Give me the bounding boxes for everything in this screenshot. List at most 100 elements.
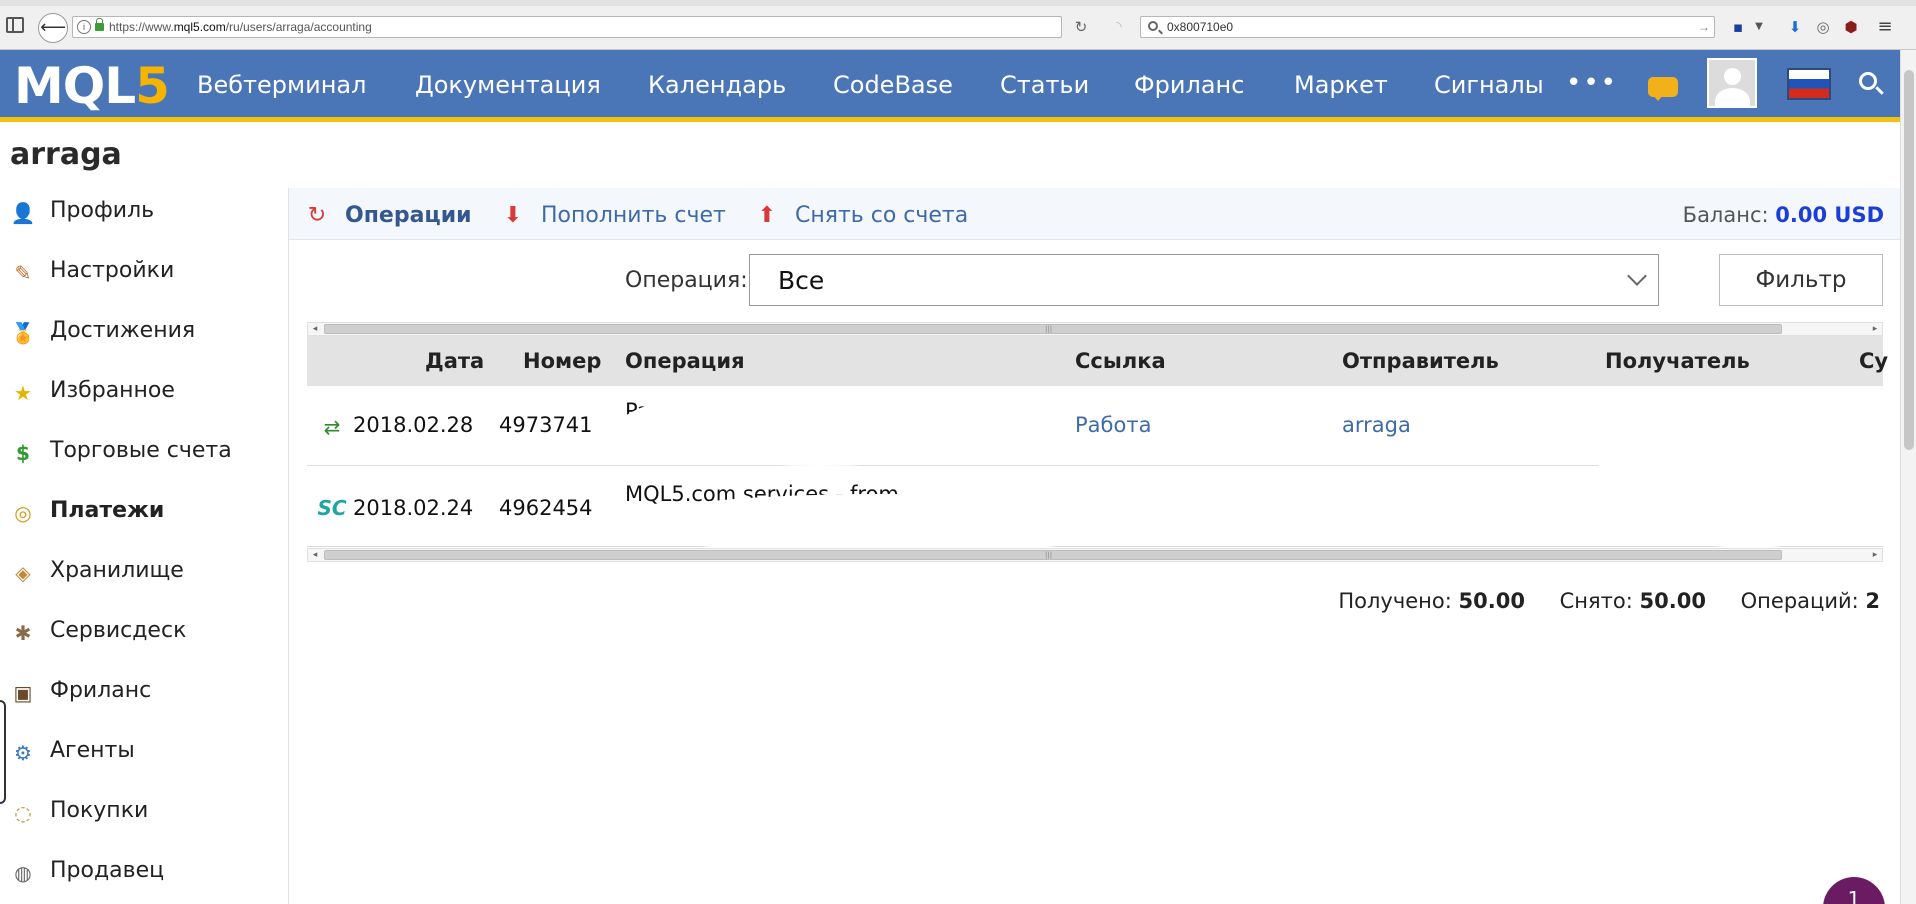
operations-tab[interactable]: ↻ Операции — [303, 198, 473, 232]
sidebar-item-settings[interactable]: ✎ Настройки — [0, 248, 288, 296]
column-number[interactable]: Номер — [523, 346, 601, 376]
sidebar-item-label: Профиль — [50, 198, 155, 223]
more-menu-icon[interactable]: ••• — [1566, 68, 1618, 98]
search-input[interactable]: 0x800710e0 → — [1140, 16, 1715, 38]
cell-sender[interactable]: arraga — [1342, 410, 1411, 440]
money-icon: $ — [16, 441, 30, 465]
deposit-button[interactable]: ⬇ Пополнить счет — [499, 198, 729, 232]
rss-icon[interactable]: ◝ — [1108, 16, 1130, 38]
received-label: Получено: — [1338, 589, 1452, 613]
page-title: arraga — [10, 137, 122, 172]
sidebar-item-label: Хранилище — [50, 558, 184, 583]
scroll-left-icon[interactable]: ◂ — [308, 323, 322, 335]
nav-codebase[interactable]: CodeBase — [833, 70, 953, 100]
nav-signals[interactable]: Сигналы — [1434, 70, 1544, 100]
mql5-logo[interactable]: MQL5 — [14, 56, 170, 116]
nav-market[interactable]: Маркет — [1294, 70, 1388, 100]
search-icon[interactable] — [1859, 72, 1877, 90]
column-date[interactable]: Дата — [425, 346, 484, 376]
coins-icon: ◎ — [14, 501, 32, 525]
chevron-down-icon[interactable]: ▼ — [1752, 16, 1766, 38]
pocket-icon[interactable]: ◎ — [1812, 16, 1834, 38]
sidebar-item-favorites[interactable]: ★ Избранное — [0, 368, 288, 416]
balance-label: Баланс: — [1682, 203, 1769, 227]
page-scrollbar[interactable] — [1900, 50, 1916, 904]
back-button[interactable]: ⟵ — [38, 13, 68, 43]
ublock-icon[interactable]: ⬢ — [1840, 16, 1862, 38]
redaction-blob — [619, 386, 1019, 466]
balance: Баланс: 0.00 USD — [1683, 198, 1884, 232]
table-scrollbar-bottom[interactable]: ◂ ||| ▸ — [307, 548, 1883, 562]
briefcase-icon: ▣ — [13, 681, 33, 705]
search-go-icon[interactable]: → — [1698, 17, 1710, 37]
box-icon: ◈ — [15, 561, 31, 585]
save-icon[interactable]: ▪ — [1728, 16, 1748, 38]
sc-icon: SC — [317, 496, 347, 520]
sidebar-item-label: Агенты — [50, 738, 135, 763]
balance-value: 0.00 USD — [1775, 203, 1884, 227]
download-icon[interactable]: ⬇ — [1784, 16, 1806, 38]
page-scrollbar-thumb[interactable] — [1904, 70, 1914, 450]
nav-documentation[interactable]: Документация — [415, 70, 601, 100]
sidebar-item-trading-accounts[interactable]: $ Торговые счета — [0, 428, 288, 476]
sidebar-item-label: Торговые счета — [50, 438, 232, 463]
url-host: mql5.com — [173, 20, 226, 34]
url-input[interactable]: i https://www.mql5.com/ru/users/arraga/a… — [72, 16, 1062, 38]
scroll-right-icon[interactable]: ▸ — [1868, 549, 1882, 561]
sidebar-item-profile[interactable]: 👤 Профиль — [0, 188, 288, 236]
sidebar-item-agents[interactable]: ⚙ Агенты — [0, 728, 288, 776]
withdraw-button[interactable]: ⬆ Снять со счета — [753, 198, 983, 232]
nav-webterminal[interactable]: Вебтерминал — [197, 70, 366, 100]
cell-number: 4962454 — [499, 496, 593, 520]
nav-articles[interactable]: Статьи — [1000, 70, 1089, 100]
chat-icon[interactable] — [1648, 77, 1678, 101]
tab-strip[interactable] — [0, 0, 1916, 6]
bug-icon: ✱ — [14, 621, 32, 645]
cell-link[interactable]: Работа — [1075, 410, 1151, 440]
nav-freelance[interactable]: Фриланс — [1134, 70, 1244, 100]
scroll-right-icon[interactable]: ▸ — [1868, 323, 1882, 335]
column-amount[interactable]: Су — [1859, 346, 1888, 376]
filter-button[interactable]: Фильтр — [1719, 254, 1883, 306]
chevron-down-icon — [1627, 266, 1647, 286]
sidebar-item-payments[interactable]: ◎ Платежи — [0, 488, 288, 536]
cell-number: 4973741 — [499, 413, 593, 437]
logo-main: MQL — [14, 57, 136, 115]
scrollbar-thumb[interactable]: ||| — [324, 324, 1782, 334]
operations-count-label: Операций: — [1740, 589, 1859, 613]
nav-calendar[interactable]: Календарь — [648, 70, 786, 100]
sidebar-item-freelance[interactable]: ▣ Фриланс — [0, 668, 288, 716]
column-operation[interactable]: Операция — [625, 346, 745, 376]
reload-icon[interactable]: ↻ — [1070, 16, 1092, 38]
column-receiver[interactable]: Получатель — [1605, 346, 1750, 376]
sidebar-item-achievements[interactable]: 🏅 Достижения — [0, 308, 288, 356]
sidebar-item-servicedesk[interactable]: ✱ Сервисдеск — [0, 608, 288, 656]
sidebar-item-label: Достижения — [50, 318, 196, 343]
edge-handle — [0, 700, 6, 804]
sidebar-item-purchases[interactable]: ◌ Покупки — [0, 788, 288, 836]
column-sender[interactable]: Отправитель — [1342, 346, 1499, 376]
withdrawn-value: 50.00 — [1639, 589, 1706, 613]
language-flag-icon[interactable] — [1787, 68, 1831, 100]
redaction-blob — [1599, 388, 1899, 548]
operation-select-value: Все — [778, 266, 825, 295]
sidebar-item-label: Продавец — [50, 858, 165, 883]
sidebar-item-storage[interactable]: ◈ Хранилище — [0, 548, 288, 596]
operation-select[interactable]: Все — [749, 254, 1659, 306]
search-icon — [1148, 21, 1158, 31]
sidebar-toggle-icon[interactable] — [6, 17, 24, 33]
menu-icon[interactable]: ≡ — [1874, 16, 1896, 38]
scrollbar-thumb[interactable]: ||| — [324, 550, 1782, 560]
received-value: 50.00 — [1458, 589, 1525, 613]
column-link[interactable]: Ссылка — [1075, 346, 1166, 376]
sidebar-item-seller[interactable]: ◍ Продавец — [0, 848, 288, 896]
scroll-left-icon[interactable]: ◂ — [308, 549, 322, 561]
pencil-icon: ✎ — [14, 261, 32, 285]
avatar[interactable] — [1707, 58, 1757, 108]
info-icon[interactable]: i — [77, 20, 91, 34]
search-value: 0x800710e0 — [1167, 20, 1234, 34]
table-scrollbar-top[interactable]: ◂ ||| ▸ — [307, 322, 1883, 336]
browser-toolbar: ⟵ i https://www.mql5.com/ru/users/arraga… — [0, 0, 1916, 50]
operation-filter-label: Операция: — [625, 268, 748, 293]
sidebar-item-label: Избранное — [50, 378, 175, 403]
